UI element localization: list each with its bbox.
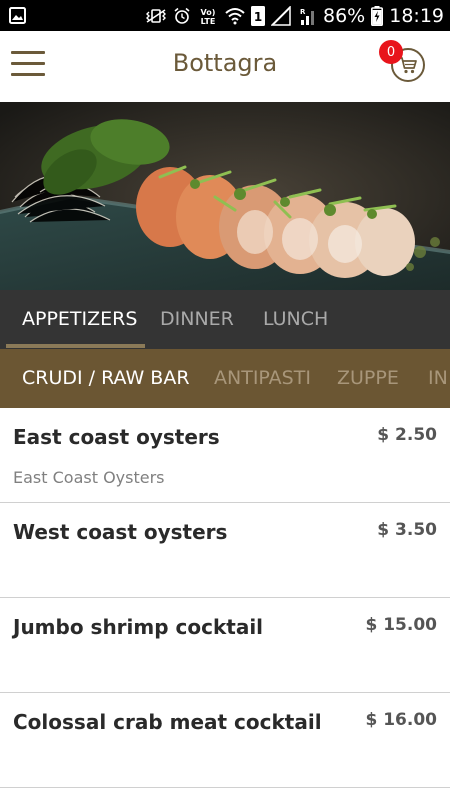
wifi-icon (225, 7, 245, 25)
network-label: LTE (201, 17, 216, 26)
app-header: Bottagra 0 (0, 31, 450, 103)
tab-crudi-raw-bar[interactable]: CRUDI / RAW BAR (22, 349, 190, 408)
primary-category-tabs: APPETIZERS DINNER LUNCH (0, 290, 450, 349)
list-item[interactable]: Colossal crab meat cocktail $ 16.00 (0, 693, 450, 788)
clock: 18:19 (389, 4, 444, 27)
list-item[interactable]: Jumbo shrimp cocktail $ 15.00 (0, 598, 450, 693)
vibrate-icon (145, 8, 167, 24)
tab-dinner[interactable]: DINNER (160, 290, 234, 349)
image-icon (9, 7, 26, 28)
volte-icon: Vo) LTE (197, 5, 219, 27)
item-name: East coast oysters (13, 425, 220, 449)
item-price: $ 3.50 (377, 520, 437, 540)
cart-count-badge: 0 (379, 40, 403, 64)
sim-icon: 1 (251, 5, 265, 26)
svg-text:Vo): Vo) (201, 8, 216, 17)
item-price: $ 15.00 (365, 615, 437, 635)
list-item[interactable]: East coast oysters $ 2.50 East Coast Oys… (0, 408, 450, 503)
menu-item-list: East coast oysters $ 2.50 East Coast Oys… (0, 408, 450, 788)
tab-antipasti[interactable]: ANTIPASTI (214, 349, 311, 408)
battery-charging-icon (371, 5, 384, 26)
tab-zuppe[interactable]: ZUPPE (337, 349, 399, 408)
battery-percent: 86% (323, 4, 366, 27)
item-price: $ 2.50 (377, 425, 437, 445)
item-price: $ 16.00 (365, 710, 437, 730)
signal-icon (271, 5, 291, 26)
item-name: Jumbo shrimp cocktail (13, 615, 264, 639)
signal-roaming-icon: R (297, 6, 317, 26)
hero-food-image (0, 102, 450, 290)
active-tab-indicator (6, 344, 145, 348)
item-name: Colossal crab meat cocktail (13, 710, 322, 734)
shopping-cart-icon (399, 57, 417, 74)
sim-label: 1 (254, 10, 262, 24)
subcategory-tabs: CRUDI / RAW BAR ANTIPASTI ZUPPE IN (0, 349, 450, 408)
list-item[interactable]: West coast oysters $ 3.50 (0, 503, 450, 598)
alarm-clock-icon (173, 7, 191, 25)
svg-text:R: R (300, 8, 306, 16)
tab-appetizers[interactable]: APPETIZERS (22, 290, 137, 349)
tab-next-partial[interactable]: IN (428, 349, 448, 408)
item-description: East Coast Oysters (13, 468, 165, 487)
item-name: West coast oysters (13, 520, 228, 544)
tab-lunch[interactable]: LUNCH (263, 290, 328, 349)
status-bar: Vo) LTE 1 R 86% 18:19 (0, 0, 450, 31)
